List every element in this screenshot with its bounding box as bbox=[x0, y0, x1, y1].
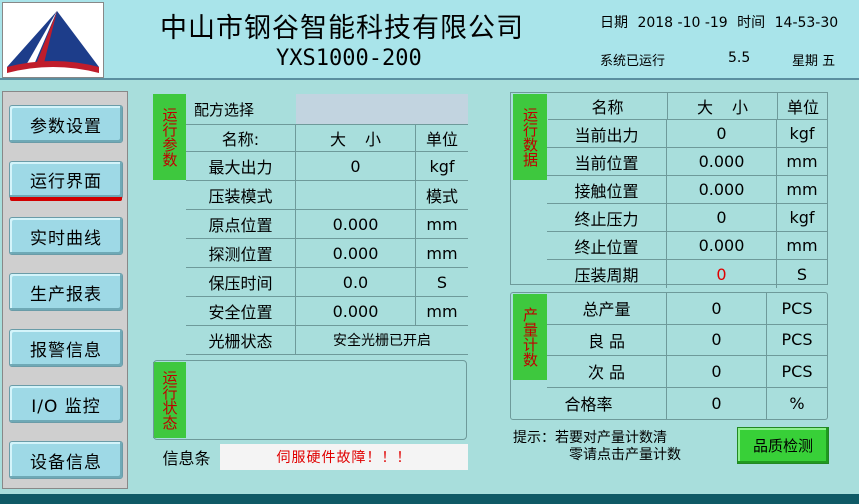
run-data-unit: mm bbox=[777, 232, 827, 260]
run-data-name: 压装周期 bbox=[547, 260, 667, 288]
run-data-value: 0 bbox=[667, 204, 777, 232]
param-unit: kgf bbox=[416, 152, 468, 181]
nav-button-alarm[interactable]: 报警信息 bbox=[9, 329, 123, 367]
runtime-label: 系统已运行 bbox=[600, 54, 666, 69]
datetime-display: 日期 2018 -10 -19 时间 14-53-30 bbox=[600, 12, 843, 32]
count-value: 0 bbox=[667, 293, 767, 325]
time-label: 时间 bbox=[737, 15, 766, 31]
machine-model: YXS1000-200 bbox=[276, 46, 422, 71]
count-name: 总产量 bbox=[547, 293, 667, 325]
param-value[interactable] bbox=[296, 181, 416, 210]
info-bar-message: 伺服硬件故障！！！ bbox=[220, 444, 468, 470]
run-data-unit: S bbox=[796, 264, 808, 284]
run-data-unit: mm bbox=[777, 176, 827, 204]
nav-button-device[interactable]: 设备信息 bbox=[9, 441, 123, 479]
count-unit: PCS bbox=[767, 356, 827, 388]
run-state-box bbox=[153, 360, 467, 440]
recipe-label: 配方选择 bbox=[194, 100, 255, 119]
nav-button-io[interactable]: I/O 监控 bbox=[9, 385, 123, 423]
run-data-name: 终止位置 bbox=[547, 232, 667, 260]
hint-line-2: 零请点击产量计数 bbox=[569, 447, 681, 463]
nav-button-report[interactable]: 生产报表 bbox=[9, 273, 123, 311]
count-unit: PCS bbox=[767, 325, 827, 356]
param-name: 光栅状态 bbox=[186, 326, 296, 355]
col-header-name: 名称: bbox=[186, 124, 296, 152]
nav-button-curve[interactable]: 实时曲线 bbox=[9, 217, 123, 255]
param-value: 安全光栅已开启 bbox=[296, 326, 468, 355]
weekday-display: 星期 五 bbox=[792, 54, 836, 69]
param-name: 安全位置 bbox=[186, 297, 296, 326]
param-name: 原点位置 bbox=[186, 210, 296, 239]
count-name: 良 品 bbox=[547, 324, 667, 356]
col-header-unit: 单位 bbox=[416, 124, 468, 152]
date-value: 2018 -10 -19 bbox=[637, 15, 728, 31]
run-data-header-value: 大 小 bbox=[668, 93, 778, 120]
run-data-value: 0.000 bbox=[667, 232, 777, 260]
company-name: 中山市钢谷智能科技有限公司 bbox=[160, 13, 524, 44]
nav-button-run[interactable]: 运行界面 bbox=[9, 161, 123, 199]
quality-check-button[interactable]: 品质检测 bbox=[737, 427, 829, 464]
run-data-unit: mm bbox=[777, 148, 827, 176]
col-header-value: 大 小 bbox=[296, 124, 416, 152]
params-tag: 运行参数 bbox=[153, 94, 186, 180]
param-name: 探测位置 bbox=[186, 239, 296, 268]
param-name: 保压时间 bbox=[186, 268, 296, 297]
run-data-name: 当前位置 bbox=[547, 148, 667, 176]
run-data-name: 当前出力 bbox=[547, 120, 667, 148]
param-unit: S bbox=[416, 268, 468, 297]
param-unit: mm bbox=[416, 239, 468, 268]
run-data-value: 0 bbox=[667, 260, 777, 288]
run-data-name: 接触位置 bbox=[547, 176, 667, 204]
param-value[interactable]: 0.0 bbox=[296, 268, 416, 297]
param-name: 压装模式 bbox=[186, 181, 296, 210]
date-label: 日期 bbox=[600, 15, 628, 31]
run-data-value: 0 bbox=[667, 120, 777, 148]
run-data-header-unit: 单位 bbox=[778, 93, 828, 120]
bottom-strip bbox=[0, 494, 859, 504]
hint-line-1: 提示：若要对产量计数清 bbox=[513, 430, 667, 446]
hint-text: 提示：若要对产量计数清 零请点击产量计数 bbox=[513, 430, 681, 464]
count-name: 次 品 bbox=[547, 356, 667, 388]
run-data-value: 0.000 bbox=[667, 176, 777, 204]
logo-mountain-icon bbox=[7, 11, 99, 73]
runtime-value: 5.5 bbox=[728, 50, 751, 66]
count-value: 0 bbox=[667, 324, 767, 356]
run-data-name: 终止压力 bbox=[547, 204, 667, 232]
param-value[interactable]: 0.000 bbox=[296, 239, 416, 268]
count-value: 0 bbox=[667, 387, 767, 419]
count-name: 合格率 bbox=[511, 387, 667, 419]
param-unit: 模式 bbox=[416, 181, 468, 210]
info-bar-label: 信息条 bbox=[162, 449, 211, 468]
param-unit: mm bbox=[416, 297, 468, 326]
run-data-header-name: 名称 bbox=[548, 93, 668, 120]
param-value[interactable]: 0.000 bbox=[296, 210, 416, 239]
counts-tag: 产量计数 bbox=[513, 294, 547, 380]
recipe-select[interactable] bbox=[296, 94, 468, 124]
company-logo bbox=[2, 2, 104, 78]
run-data-unit: kgf bbox=[777, 120, 827, 148]
param-value[interactable]: 0.000 bbox=[296, 297, 416, 326]
run-data-unit: kgf bbox=[777, 204, 827, 232]
nav-button-params[interactable]: 参数设置 bbox=[9, 105, 123, 143]
param-value[interactable]: 0 bbox=[296, 152, 416, 181]
run-data-value: 0.000 bbox=[667, 148, 777, 176]
time-value: 14-53-30 bbox=[774, 15, 839, 31]
param-name: 最大出力 bbox=[186, 152, 296, 181]
count-unit: PCS bbox=[767, 293, 827, 325]
sidebar-nav: 参数设置 运行界面 实时曲线 生产报表 报警信息 I/O 监控 设备信息 bbox=[2, 91, 128, 489]
param-unit: mm bbox=[416, 210, 468, 239]
count-value: 0 bbox=[667, 356, 767, 388]
count-unit: % bbox=[789, 393, 805, 413]
header-bar: 中山市钢谷智能科技有限公司 YXS1000-200 日期 2018 -10 -1… bbox=[0, 0, 859, 80]
